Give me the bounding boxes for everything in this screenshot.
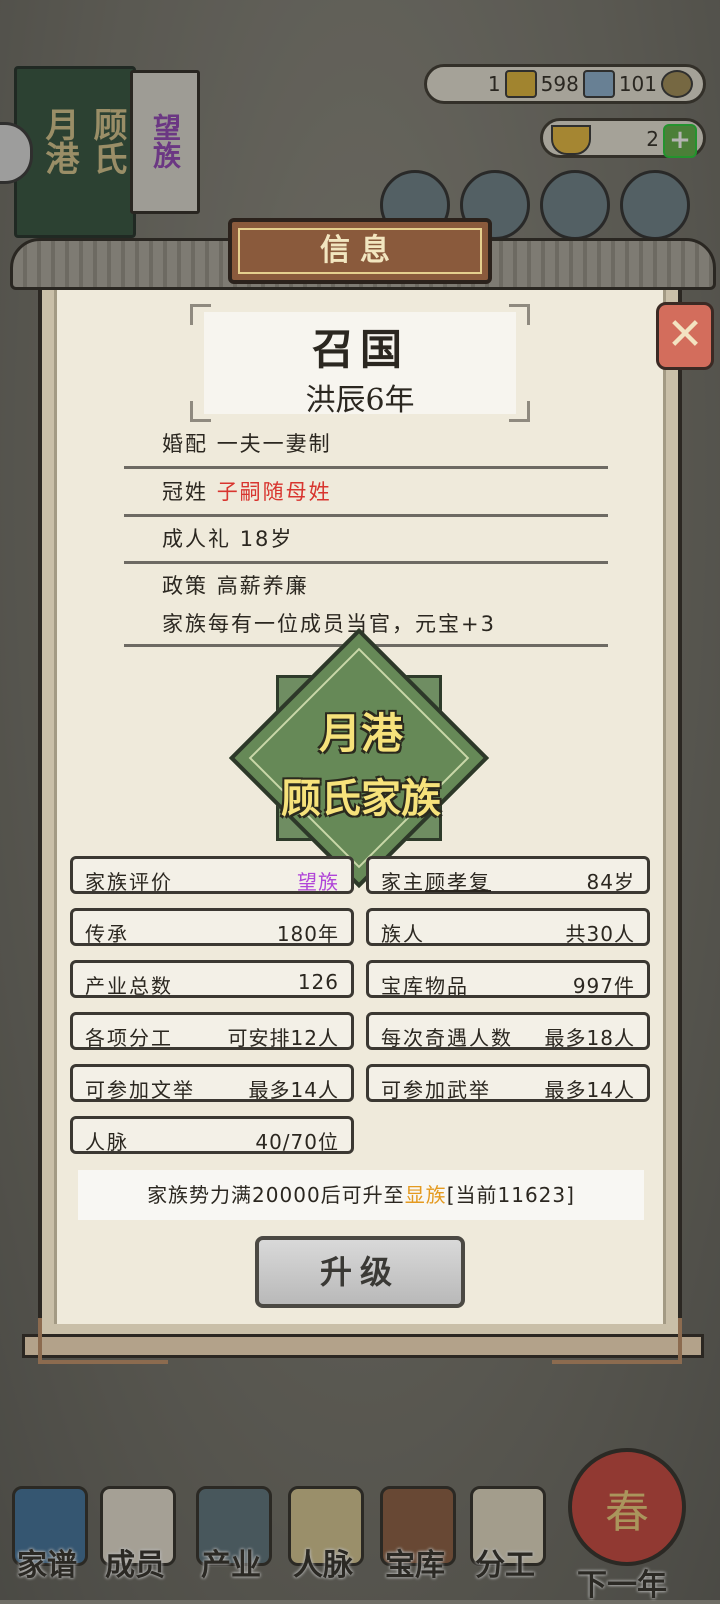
modal-base-right-ornament: [552, 1318, 682, 1364]
stat-treasury-label: 宝库物品: [381, 974, 469, 998]
stat-rating-label: 家族评价: [85, 870, 173, 894]
stat-clan-head[interactable]: 家主顾孝复 84岁: [366, 856, 650, 894]
stat-treasury-value: 997件: [572, 974, 635, 998]
emblem-place: 月港: [318, 709, 403, 758]
stat-legacy-value: 180年: [276, 922, 339, 946]
adulthood-label: 成人礼: [162, 527, 231, 551]
hint-prefix: 家族势力满20000后可升至: [147, 1183, 405, 1207]
stat-industry-label: 产业总数: [85, 974, 173, 998]
stat-members: 族人 共30人: [366, 908, 650, 946]
stat-civil-value: 最多14人: [248, 1078, 339, 1102]
upgrade-button[interactable]: 升级: [255, 1236, 465, 1308]
policy-detail: 家族每有一位成员当官，元宝+3: [162, 612, 496, 636]
stat-labor-label: 各项分工: [85, 1026, 173, 1050]
policy-value: 高薪养廉: [216, 574, 309, 598]
stat-military-label: 可参加武举: [381, 1078, 491, 1102]
surname-row: 冠姓 子嗣随母姓: [124, 476, 608, 517]
stat-civil-exam: 可参加文举 最多14人: [70, 1064, 354, 1102]
stat-network-label: 人脉: [85, 1130, 129, 1154]
stat-members-label: 族人: [381, 922, 425, 946]
adulthood-value: 18岁: [239, 527, 294, 551]
stat-encounter: 每次奇遇人数 最多18人: [366, 1012, 650, 1050]
stat-head-age: 84岁: [586, 870, 635, 894]
clan-head-name-link[interactable]: 顾孝复: [425, 870, 491, 894]
marriage-row: 婚配 一夫一妻制: [124, 428, 608, 469]
close-button[interactable]: ✕: [656, 302, 714, 370]
stat-legacy-label: 传承: [85, 922, 129, 946]
surname-value: 子嗣随母姓: [216, 480, 332, 504]
stat-encounter-value: 最多18人: [544, 1026, 635, 1050]
nation-card: 召国 洪辰6年: [190, 304, 530, 422]
stat-encounter-label: 每次奇遇人数: [381, 1026, 513, 1050]
stat-industry: 产业总数 126: [70, 960, 354, 998]
stat-industry-value: 126: [297, 970, 339, 994]
stat-network-value: 40/70位: [255, 1130, 339, 1154]
title-plaque: 信息: [228, 218, 492, 284]
surname-label: 冠姓: [162, 480, 208, 504]
marriage-value: 一夫一妻制: [216, 432, 332, 456]
marriage-label: 婚配: [162, 432, 208, 456]
stat-legacy: 传承 180年: [70, 908, 354, 946]
stat-civil-label: 可参加文举: [85, 1078, 195, 1102]
emblem-clan-name: 顾氏家族: [281, 775, 441, 822]
stat-labor: 各项分工 可安排12人: [70, 1012, 354, 1050]
nation-name: 召国: [311, 325, 408, 374]
stat-military-exam: 可参加武举 最多14人: [366, 1064, 650, 1102]
stat-members-value: 共30人: [565, 922, 635, 946]
stat-treasury: 宝库物品 997件: [366, 960, 650, 998]
stat-rating: 家族评价 望族: [70, 856, 354, 894]
adulthood-row: 成人礼 18岁: [124, 523, 608, 564]
corner-ornament: [190, 304, 211, 325]
corner-ornament: [190, 401, 211, 422]
stat-rating-value: 望族: [297, 870, 339, 894]
policy-label: 政策: [162, 574, 208, 598]
stat-labor-value: 可安排12人: [227, 1026, 339, 1050]
upgrade-hint: 家族势力满20000后可升至显族[当前11623]: [78, 1170, 644, 1220]
modal-title: 信息: [238, 228, 482, 274]
era-year: 洪辰6年: [305, 383, 415, 418]
corner-ornament: [509, 304, 530, 325]
corner-ornament: [509, 401, 530, 422]
stat-military-value: 最多14人: [544, 1078, 635, 1102]
modal-base-left-ornament: [38, 1318, 168, 1364]
hint-suffix: [当前11623]: [446, 1183, 575, 1207]
stat-network: 人脉 40/70位: [70, 1116, 354, 1154]
hint-rank: 显族: [404, 1183, 447, 1207]
stat-head-label: 家主: [381, 870, 425, 894]
